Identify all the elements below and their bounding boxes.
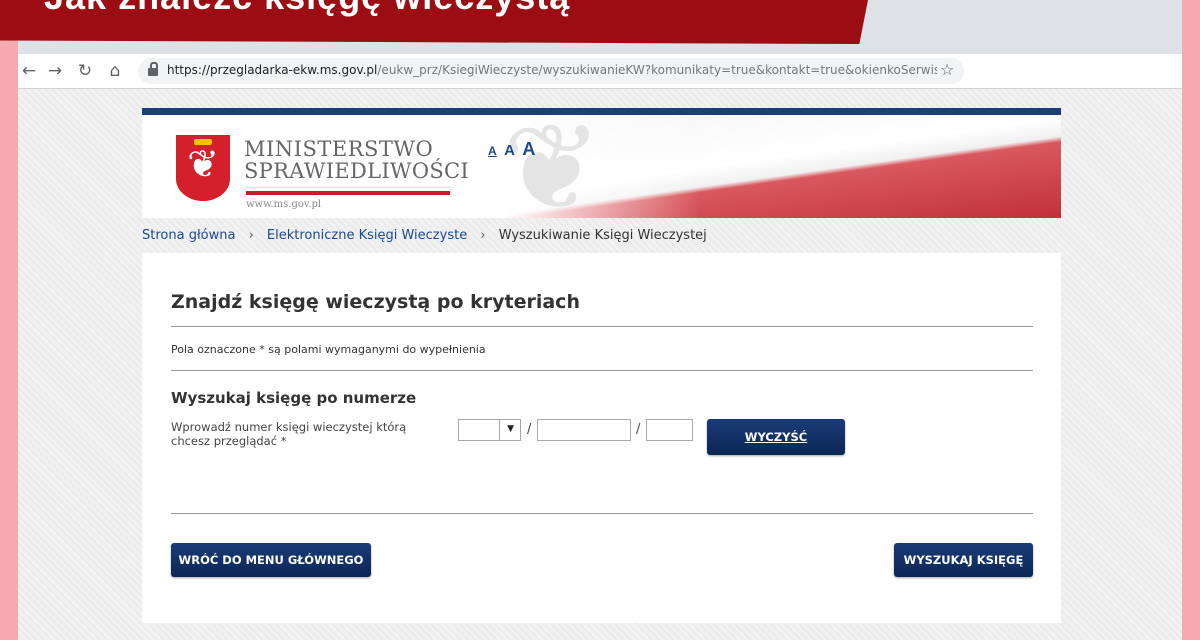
page-title: Znajdź księgę wieczystą po kryteriach [171, 291, 580, 313]
article-title-banner: Jak znaleźć księgę wieczystą [0, 0, 868, 44]
logo-url: www.ms.gov.pl [246, 199, 322, 210]
kw-number-label: Wprowadź numer księgi wieczystej którą c… [171, 420, 407, 448]
url-text[interactable]: https://przegladarka-ekw.ms.gov.pl/eukw_… [167, 63, 937, 77]
font-size-small-button[interactable]: A [488, 144, 497, 158]
chevron-down-icon[interactable]: ▼ [507, 424, 514, 434]
search-panel: Znajdź księgę wieczystą po kryteriach Po… [142, 253, 1061, 623]
site-header: ❦ ❦ MINISTERSTWO SPRAWIEDLIWOŚCI www.ms.… [142, 108, 1061, 218]
logo-justice-line: SPRAWIEDLIWOŚCI [244, 159, 469, 183]
divider [171, 326, 1033, 327]
article-title: Jak znaleźć księgę wieczystą [44, 0, 570, 18]
breadcrumb-ekw-link[interactable]: Elektroniczne Księgi Wieczyste [267, 228, 467, 243]
check-digit-input[interactable] [646, 419, 693, 441]
lock-icon[interactable] [148, 62, 158, 76]
clear-button[interactable]: WYCZYŚĆ [707, 419, 845, 455]
home-icon[interactable]: ⌂ [104, 60, 126, 82]
forward-arrow-icon[interactable]: → [44, 60, 66, 82]
section-title: Wyszukaj księgę po numerze [171, 389, 417, 407]
select-divider [499, 420, 500, 440]
url-path: /eukw_prz/KsiegiWieczyste/wyszukiwanieKW… [377, 63, 937, 77]
kw-number-input[interactable] [537, 419, 631, 441]
breadcrumb-home-link[interactable]: Strona główna [142, 228, 235, 243]
slash-separator: / [527, 422, 532, 437]
required-fields-note: Pola oznaczone * są polami wymaganymi do… [171, 343, 486, 356]
breadcrumb: Strona główna › Elektroniczne Księgi Wie… [142, 228, 707, 243]
search-kw-button[interactable]: WYSZUKAJ KSIĘGĘ [894, 543, 1033, 577]
eagle-watermark-icon: ❦ [502, 108, 603, 218]
back-to-main-menu-button[interactable]: WRÓĆ DO MENU GŁÓWNEGO [171, 543, 371, 577]
address-bar[interactable]: https://przegladarka-ekw.ms.gov.pl/eukw_… [138, 58, 964, 84]
logo-stripe-red [246, 191, 450, 195]
url-host: https://przegladarka-ekw.ms.gov.pl [167, 63, 378, 77]
browser-toolbar: ← → ↻ ⌂ https://przegladarka-ekw.ms.gov.… [18, 54, 1182, 89]
font-size-switcher: A A A [488, 139, 538, 160]
divider [171, 513, 1033, 514]
back-arrow-icon[interactable]: ← [18, 60, 40, 82]
font-size-large-button[interactable]: A [522, 139, 535, 160]
font-size-medium-button[interactable]: A [504, 142, 515, 159]
slash-separator: / [636, 422, 641, 437]
court-code-select[interactable]: ▼ [458, 419, 521, 441]
divider [171, 370, 1033, 371]
eagle-icon: ❦ [187, 142, 219, 186]
bookmark-star-icon[interactable]: ☆ [940, 60, 954, 79]
logo-ministry-line: MINISTERSTWO [244, 137, 434, 161]
reload-icon[interactable]: ↻ [74, 60, 96, 82]
coat-of-arms-icon: ❦ [176, 135, 230, 201]
breadcrumb-separator-icon: › [480, 228, 486, 243]
breadcrumb-separator-icon: › [248, 228, 254, 243]
breadcrumb-current: Wyszukiwanie Księgi Wieczystej [498, 228, 707, 243]
